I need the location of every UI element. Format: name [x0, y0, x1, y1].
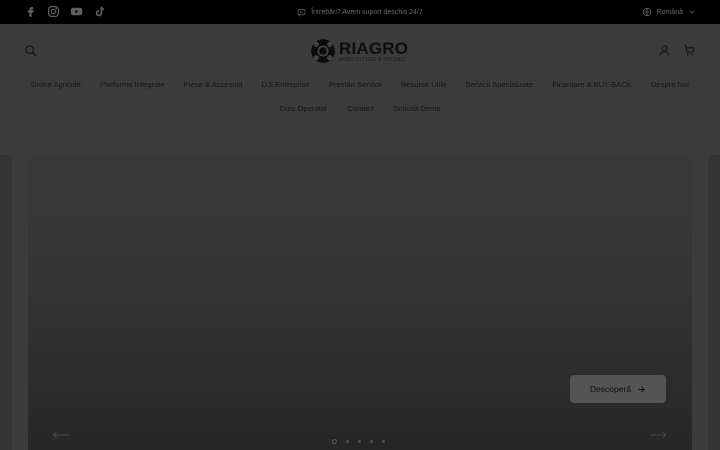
- nav-item-dji-enterprise[interactable]: DJI Enterprise: [262, 80, 310, 89]
- carousel-pagination: [332, 439, 385, 444]
- cart-icon[interactable]: [683, 44, 696, 57]
- discover-button-label: Descoperă: [589, 384, 632, 394]
- nav-item-contact[interactable]: Contact: [348, 104, 374, 113]
- chevron-down-icon: [689, 10, 695, 14]
- nav-item-resurse-utile[interactable]: Resurse Utile: [401, 80, 447, 89]
- hero-carousel: Descoperă: [0, 155, 720, 450]
- nav-item-curs-operator[interactable]: Curs Operator: [279, 104, 327, 113]
- logo-text: RIAGRO AGRICULTURE & DRONES: [339, 40, 408, 63]
- nav-item-despre-noi[interactable]: Despre Noi: [651, 80, 689, 89]
- nav-item-platforme-integrate[interactable]: Platforme Integrate: [100, 80, 165, 89]
- nav-item-prestari-servicii[interactable]: Prestări Servicii: [329, 80, 382, 89]
- announcement-bar: Întrebări? Avem suport deschis 24/7 Româ…: [0, 0, 720, 24]
- nav-item-drone-agricole[interactable]: Drone Agricole: [31, 80, 81, 89]
- previous-slide-peek[interactable]: [0, 155, 12, 450]
- nav-item-solicita-demo[interactable]: Solicită Demo: [394, 104, 441, 113]
- account-icon[interactable]: [658, 44, 671, 57]
- hero-slide: Descoperă: [28, 155, 692, 450]
- chat-icon: [297, 8, 306, 17]
- carousel-dot-4[interactable]: [370, 440, 373, 443]
- carousel-prev-arrow-icon[interactable]: [52, 431, 70, 439]
- support-notice: Întrebări? Avem suport deschis 24/7: [0, 0, 720, 24]
- support-notice-text: Întrebări? Avem suport deschis 24/7: [311, 8, 423, 16]
- carousel-dot-2[interactable]: [346, 440, 349, 443]
- carousel-dot-5[interactable]: [382, 440, 385, 443]
- discover-button[interactable]: Descoperă: [570, 375, 666, 403]
- drone-logo-icon: [311, 39, 335, 63]
- nav-item-piese-accesorii[interactable]: Piese & Accesorii: [184, 80, 243, 89]
- next-slide-peek[interactable]: [708, 155, 720, 450]
- logo-subtitle: AGRICULTURE & DRONES: [339, 56, 406, 63]
- secondary-nav: Curs Operator Contact Solicită Demo: [0, 104, 720, 113]
- logo-title: RIAGRO: [339, 38, 409, 58]
- globe-icon: [642, 7, 651, 17]
- language-selector[interactable]: Română: [642, 0, 696, 24]
- nav-item-servicii-specializate[interactable]: Servicii Specializate: [466, 80, 534, 89]
- primary-nav: Drone Agricole Platforme Integrate Piese…: [0, 80, 720, 89]
- carousel-dot-1[interactable]: [332, 439, 337, 444]
- site-logo[interactable]: RIAGRO AGRICULTURE & DRONES: [310, 38, 408, 64]
- arrow-right-icon: [638, 386, 645, 392]
- language-label: Română: [656, 8, 683, 16]
- search-icon[interactable]: [24, 44, 37, 57]
- site-header: RIAGRO AGRICULTURE & DRONES Drone Agrico…: [0, 24, 720, 126]
- carousel-next-arrow-icon[interactable]: [649, 431, 667, 439]
- nav-item-finantare-buyback[interactable]: Finanțare & BUY-BACK: [552, 80, 632, 89]
- carousel-dot-3[interactable]: [358, 440, 361, 443]
